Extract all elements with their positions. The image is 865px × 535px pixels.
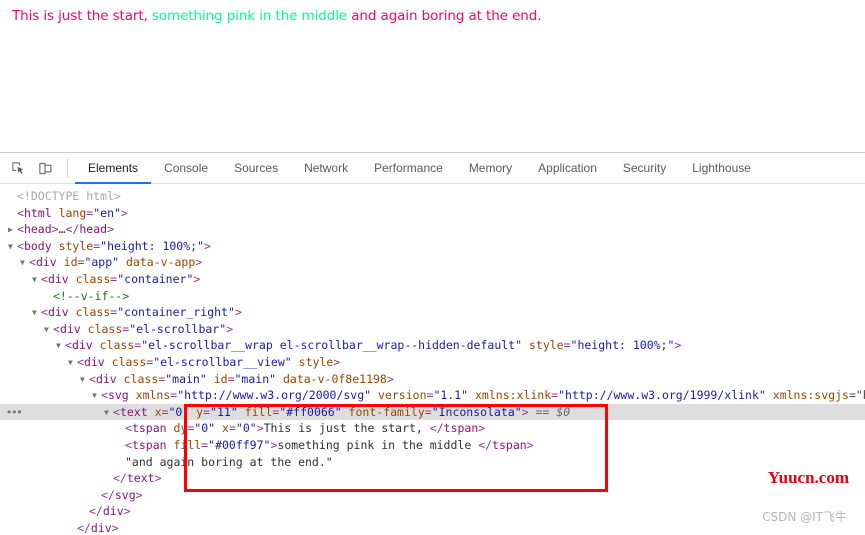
- dom-row-markup: <html lang="en">: [17, 205, 128, 220]
- dom-tree-row[interactable]: <text x="0" y="11" fill="#ff0066" font-f…: [0, 403, 865, 422]
- twisty-expanded-icon[interactable]: [8, 239, 17, 256]
- twisty-expanded-icon[interactable]: [44, 322, 53, 339]
- tab-label: Performance: [374, 161, 443, 175]
- dom-tree-row[interactable]: <div class="container">: [0, 271, 865, 288]
- device-toolbar-icon[interactable]: [32, 153, 59, 183]
- dom-row-markup: <div id="app" data-v-app>: [29, 255, 203, 270]
- dom-row-markup: <!DOCTYPE html>: [17, 189, 121, 203]
- twisty-expanded-icon[interactable]: [104, 405, 113, 422]
- dom-tree-row[interactable]: <head>…</head>: [0, 221, 865, 238]
- dom-tree-row[interactable]: </text>: [0, 470, 865, 487]
- dom-tree-row[interactable]: <div class="container_right">: [0, 304, 865, 321]
- twisty-expanded-icon[interactable]: [56, 338, 65, 355]
- tab-lighthouse[interactable]: Lighthouse: [679, 153, 764, 183]
- tab-label: Elements: [88, 161, 139, 175]
- text-segment-start: This is just the start,: [12, 8, 152, 24]
- dom-tree-row[interactable]: "and again boring at the end.": [0, 454, 865, 471]
- tab-console[interactable]: Console: [151, 153, 221, 183]
- twisty-expanded-icon[interactable]: [32, 272, 41, 289]
- devtools-panel: Elements Console Sources Network Perform…: [0, 152, 865, 535]
- tab-label: Lighthouse: [692, 161, 751, 175]
- dom-row-markup: <text x="0" y="11" fill="#ff0066" font-f…: [113, 404, 529, 419]
- twisty-expanded-icon[interactable]: [92, 388, 101, 405]
- dom-row-markup: <div class="container_right">: [41, 305, 242, 320]
- tab-elements[interactable]: Elements: [75, 153, 152, 184]
- dom-tree-row[interactable]: </svg>: [0, 487, 865, 504]
- dom-tree-row[interactable]: <!DOCTYPE html>: [0, 188, 865, 205]
- dom-row-markup: <!--v-if-->: [53, 288, 130, 303]
- dom-tree-row[interactable]: <tspan fill="#00ff97">something pink in …: [0, 437, 865, 454]
- twisty-expanded-icon[interactable]: [68, 355, 77, 372]
- dom-row-markup: <div class="el-scrollbar__view" style>: [77, 354, 341, 369]
- tab-security[interactable]: Security: [610, 153, 679, 183]
- dom-row-overflow-button[interactable]: •••: [7, 406, 23, 418]
- tab-application[interactable]: Application: [525, 153, 610, 183]
- dom-tree-row[interactable]: <div id="app" data-v-app>: [0, 254, 865, 271]
- dom-row-markup: <div class="el-scrollbar">: [53, 321, 234, 336]
- tab-label: Memory: [468, 161, 513, 175]
- devtools-toolbar: Elements Console Sources Network Perform…: [0, 153, 865, 184]
- twisty-collapsed-icon[interactable]: [8, 222, 17, 239]
- tab-label: Console: [164, 161, 209, 175]
- tab-label: Security: [622, 161, 667, 175]
- tab-memory[interactable]: Memory: [456, 153, 525, 183]
- tab-network[interactable]: Network: [291, 153, 361, 183]
- dom-tree-row[interactable]: <tspan dy="0" x="0">This is just the sta…: [0, 420, 865, 437]
- dom-tree-row[interactable]: <svg xmlns="http://www.w3.org/2000/svg" …: [0, 387, 865, 404]
- dom-row-markup: <head>…</head>: [17, 222, 115, 237]
- watermark-secondary: CSDN @IT飞牛: [762, 510, 847, 524]
- tab-sources[interactable]: Sources: [221, 153, 291, 183]
- rendered-page-preview: This is just the start, something pink i…: [0, 0, 865, 152]
- tab-label: Application: [538, 161, 597, 175]
- dom-tree-row[interactable]: <body style="height: 100%;">: [0, 238, 865, 255]
- inspect-element-icon[interactable]: [5, 153, 32, 183]
- dom-row-markup: <svg xmlns="http://www.w3.org/2000/svg" …: [101, 388, 865, 403]
- twisty-expanded-icon[interactable]: [32, 305, 41, 322]
- text-segment-middle: something pink in the middle: [151, 8, 352, 24]
- dom-tree-row[interactable]: </div>: [0, 503, 865, 520]
- text-segment-end: and again boring at the end.: [351, 8, 542, 24]
- svg-text-element: This is just the start, something pink i…: [12, 8, 542, 24]
- dom-row-markup: </div>: [89, 504, 131, 519]
- dom-tree-row[interactable]: <!--v-if-->: [0, 288, 865, 305]
- toolbar-divider: [67, 159, 68, 177]
- dom-row-markup: </text>: [113, 471, 162, 486]
- dom-tree-row[interactable]: <div class="el-scrollbar__view" style>: [0, 354, 865, 371]
- dom-tree-row[interactable]: </div>: [0, 520, 865, 535]
- dom-row-markup: <div class="container">: [41, 271, 201, 286]
- tab-performance[interactable]: Performance: [361, 153, 456, 183]
- twisty-expanded-icon[interactable]: [20, 255, 29, 272]
- dom-row-markup: </svg>: [101, 487, 143, 502]
- dom-row-markup: "and again boring at the end.": [125, 454, 333, 469]
- watermark-primary: Yuucn.com: [767, 468, 849, 487]
- dom-row-markup: <div class="el-scrollbar__wrap el-scroll…: [65, 338, 682, 353]
- dom-tree-row[interactable]: <div class="el-scrollbar">: [0, 321, 865, 338]
- twisty-expanded-icon[interactable]: [80, 372, 89, 389]
- dom-row-markup: <tspan dy="0" x="0">This is just the sta…: [125, 421, 486, 436]
- tab-label: Network: [304, 161, 349, 175]
- tab-label: Sources: [234, 161, 279, 175]
- selected-node-reference: == $0: [528, 404, 571, 419]
- dom-row-markup: </div>: [77, 520, 119, 535]
- dom-tree-row[interactable]: <html lang="en">: [0, 205, 865, 222]
- dom-row-markup: <div class="main" id="main" data-v-0f8e1…: [89, 371, 394, 386]
- dom-tree-view[interactable]: <!DOCTYPE html> <html lang="en"> <head>…</…: [0, 184, 865, 535]
- dom-row-markup: <tspan fill="#00ff97">something pink in …: [125, 437, 534, 452]
- dom-tree-row[interactable]: <div class="main" id="main" data-v-0f8e1…: [0, 371, 865, 388]
- dom-tree-row[interactable]: <div class="el-scrollbar__wrap el-scroll…: [0, 337, 865, 354]
- dom-row-markup: <body style="height: 100%;">: [17, 238, 211, 253]
- devtools-tab-bar: Elements Console Sources Network Perform…: [75, 153, 764, 184]
